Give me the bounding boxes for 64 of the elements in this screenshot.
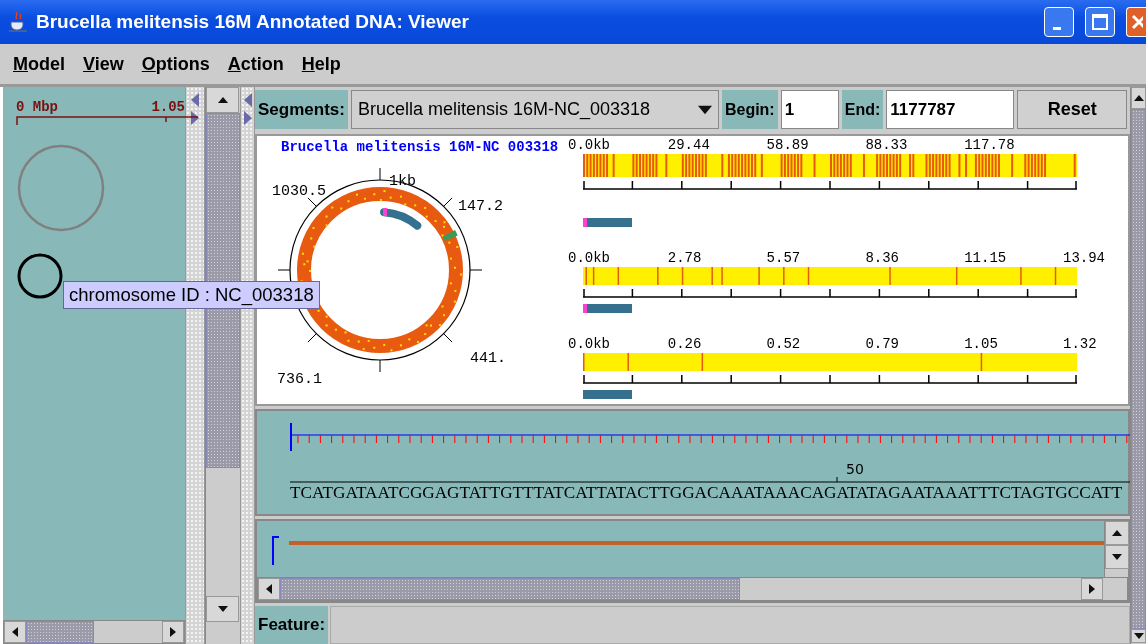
- tick-label: 5.57: [766, 250, 801, 266]
- close-button[interactable]: [1126, 7, 1146, 37]
- tick-label: 117.78: [964, 137, 1015, 153]
- tick-label: 13.94: [1063, 250, 1105, 266]
- arrow-icon: [1133, 631, 1144, 641]
- scale-label: 1.05: [151, 99, 185, 115]
- arrow-icon: [217, 95, 228, 105]
- feature-label: Feature:: [255, 606, 329, 644]
- collapse-left-icon[interactable]: [190, 93, 200, 107]
- tick-label: 0.26: [667, 336, 702, 352]
- tick-label: 0.0kb: [568, 250, 610, 266]
- coffee-cup-icon: [8, 11, 28, 33]
- feature-field[interactable]: [330, 606, 1130, 644]
- reset-button[interactable]: Reset: [1017, 90, 1128, 129]
- horizontal-scrollbar[interactable]: [257, 577, 1128, 601]
- tick-label: 2.78: [667, 250, 702, 266]
- arrow-icon: [10, 627, 20, 637]
- menu-item[interactable]: Model: [4, 53, 74, 75]
- tick-label: 88.33: [865, 137, 908, 153]
- dna-sequence: TCATGATAATCGGAGTATTGTTTATCATTATACTTGGACAAATAAACAGATATAGAATAAATTTCTAGTGCCATT: [290, 483, 1123, 503]
- window-title: Brucella melitensis 16M Annotated DNA: Viewer: [36, 11, 470, 33]
- scale-label: 0 Mbp: [16, 99, 58, 115]
- tick-label: 0.0kb: [568, 336, 610, 352]
- menu-item[interactable]: Options: [132, 53, 219, 75]
- segments-label: Segments:: [255, 90, 348, 129]
- arrow-icon: [264, 584, 274, 594]
- arrow-icon: [1087, 584, 1097, 594]
- arrow-icon: [217, 604, 228, 614]
- end-label: End:: [841, 90, 884, 129]
- menu-item[interactable]: View: [74, 53, 133, 75]
- maximize-button[interactable]: [1085, 7, 1115, 37]
- tick-label: 11.15: [964, 250, 1007, 266]
- tick-label: 1.32: [1063, 336, 1097, 352]
- menu-item[interactable]: Help: [292, 53, 350, 75]
- collapse-right-icon[interactable]: [242, 111, 253, 125]
- end-field[interactable]: 1177787: [886, 90, 1015, 129]
- tooltip: chromosome ID : NC_003318: [63, 281, 320, 309]
- menu-item[interactable]: Action: [218, 53, 293, 75]
- tick-label: 0.79: [865, 336, 899, 352]
- minimize-button[interactable]: [1044, 7, 1074, 37]
- tick-label: 1.05: [964, 336, 998, 352]
- map-title: Brucella melitensis 16M-NC 003318: [280, 138, 559, 155]
- arrow-icon: [1133, 93, 1144, 103]
- segment-dropdown[interactable]: Brucella melitensis 16M-NC_003318: [350, 90, 719, 129]
- chromosome-circle[interactable]: [16, 252, 64, 300]
- maximize-icon: [1092, 14, 1108, 30]
- arrow-icon: [1112, 552, 1122, 562]
- begin-label: Begin:: [721, 90, 778, 129]
- close-icon: [1130, 14, 1143, 30]
- horizontal-scrollbar[interactable]: [3, 620, 185, 644]
- tick-label: 0.0kb: [568, 137, 610, 153]
- arrow-icon: [168, 627, 178, 637]
- tick-label: 58.89: [766, 137, 809, 153]
- position-label: 50: [846, 461, 864, 477]
- minimize-icon: [1053, 26, 1061, 30]
- arrow-icon: [1112, 528, 1122, 538]
- collapse-left-icon[interactable]: [242, 93, 253, 107]
- vertical-scrollbar[interactable]: [1104, 521, 1128, 577]
- begin-field[interactable]: 1: [780, 90, 839, 129]
- tick-label: 29.44: [667, 137, 710, 153]
- tick-label: 0.52: [766, 336, 801, 352]
- vertical-scrollbar[interactable]: [1130, 87, 1146, 644]
- tick-label: 8.36: [865, 250, 899, 266]
- collapse-right-icon[interactable]: [190, 111, 200, 125]
